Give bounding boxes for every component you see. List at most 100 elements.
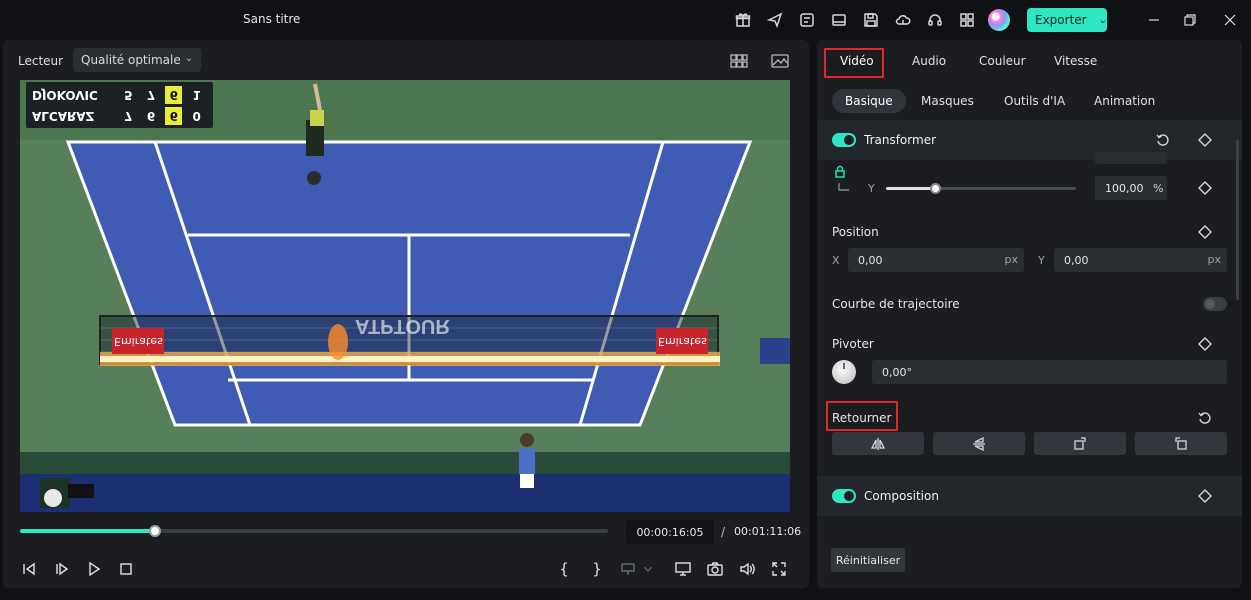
court-banner: ATPTOUR bbox=[355, 315, 450, 337]
flip-vertical-button[interactable] bbox=[933, 432, 1025, 455]
lock-icon[interactable] bbox=[831, 163, 849, 181]
score-set: 6 bbox=[146, 109, 156, 123]
scale-y-unit: % bbox=[1153, 182, 1164, 195]
rotate-right-button[interactable] bbox=[1034, 432, 1126, 455]
player-bottom bbox=[519, 433, 535, 488]
subtab-masks[interactable]: Masques bbox=[908, 89, 987, 113]
keyframe-diamond-icon[interactable] bbox=[1196, 179, 1214, 197]
cloud-upload-icon[interactable] bbox=[893, 10, 913, 30]
position-x-unit: px bbox=[1004, 253, 1019, 266]
headset-icon[interactable] bbox=[925, 10, 945, 30]
quality-value: Qualité optimale bbox=[81, 53, 181, 67]
playback-progress[interactable] bbox=[20, 525, 608, 537]
keyframe-diamond-icon[interactable] bbox=[1196, 487, 1214, 505]
video-preview[interactable]: DJOKOVIC 5 7 6 1 ALCARAZ 7 6 6 0 ATPTOUR… bbox=[20, 80, 790, 512]
trajectory-toggle[interactable] bbox=[1203, 297, 1227, 311]
subtab-basic[interactable]: Basique bbox=[832, 89, 906, 113]
gift-icon[interactable] bbox=[733, 10, 753, 30]
time-separator: / bbox=[721, 525, 726, 539]
play-icon[interactable] bbox=[83, 558, 105, 580]
score-set: 6 bbox=[165, 86, 183, 104]
position-x-axis-label: X bbox=[832, 254, 840, 267]
score-game: 0 bbox=[192, 109, 201, 123]
property-subtabs: Basique Masques Outils d'IA Animation bbox=[817, 86, 1242, 116]
grid-view-icon[interactable] bbox=[728, 52, 750, 70]
keyframe-diamond-icon[interactable] bbox=[1196, 223, 1214, 241]
restore-icon[interactable] bbox=[1180, 10, 1200, 30]
rotate-right-icon bbox=[1074, 436, 1086, 450]
fullscreen-icon[interactable] bbox=[768, 558, 790, 580]
progress-fill bbox=[20, 529, 156, 533]
scale-x-field-partial[interactable] bbox=[1095, 152, 1167, 164]
tab-audio[interactable]: Audio bbox=[912, 54, 946, 68]
scale-y-slider[interactable] bbox=[886, 183, 1076, 194]
position-x-field[interactable]: 0,00 px bbox=[848, 248, 1024, 272]
subtab-animation[interactable]: Animation bbox=[1081, 89, 1168, 113]
tab-speed[interactable]: Vitesse bbox=[1054, 54, 1097, 68]
player-name: DJOKOVIC bbox=[32, 88, 98, 102]
composition-title: Composition bbox=[864, 489, 939, 503]
export-label: Exporter bbox=[1035, 13, 1087, 27]
rotate-value: 0,00° bbox=[882, 365, 912, 379]
layout-icon[interactable] bbox=[829, 10, 849, 30]
export-button[interactable]: Exporter ⌄ bbox=[1027, 8, 1107, 32]
score-game: 1 bbox=[192, 88, 201, 102]
composition-toggle[interactable] bbox=[832, 489, 856, 503]
highlight-box-video-tab bbox=[824, 48, 884, 78]
quality-select[interactable]: Qualité optimale ⌄ bbox=[73, 48, 201, 72]
player-panel: Lecteur Qualité optimale ⌄ DJOKOVIC 5 7 … bbox=[3, 40, 809, 588]
current-time[interactable]: 00:00:16:05 bbox=[626, 520, 714, 544]
score-row: ALCARAZ 7 6 6 0 bbox=[32, 106, 208, 126]
reset-icon[interactable] bbox=[1196, 409, 1214, 427]
scale-y-slider-handle[interactable] bbox=[930, 183, 942, 194]
position-label: Position bbox=[832, 225, 879, 239]
scale-y-value: 100,00 bbox=[1105, 181, 1144, 195]
chevron-down-icon[interactable] bbox=[641, 558, 655, 580]
keyframe-diamond-icon[interactable] bbox=[1196, 131, 1214, 149]
snapshot-image-icon[interactable] bbox=[769, 52, 791, 70]
rotate-left-button[interactable] bbox=[1135, 432, 1227, 455]
chevron-down-icon[interactable]: ⌄ bbox=[1099, 15, 1107, 26]
sponsor-left: Emirates bbox=[114, 335, 163, 348]
flip-label: Retourner bbox=[832, 411, 892, 425]
mark-out-button[interactable]: } bbox=[586, 558, 608, 580]
reset-button[interactable]: Réinitialiser bbox=[831, 548, 905, 572]
score-set: 7 bbox=[124, 109, 133, 123]
display-icon[interactable] bbox=[672, 558, 694, 580]
reset-icon[interactable] bbox=[1154, 131, 1172, 149]
position-x-value: 0,00 bbox=[858, 253, 883, 267]
insert-clip-icon[interactable] bbox=[617, 558, 639, 580]
rotate-field[interactable]: 0,00° bbox=[872, 360, 1227, 384]
next-frame-icon[interactable] bbox=[51, 558, 73, 580]
tennis-court-frame bbox=[20, 80, 790, 512]
previous-frame-icon[interactable] bbox=[18, 558, 40, 580]
flip-horizontal-button[interactable] bbox=[832, 432, 924, 455]
send-icon[interactable] bbox=[765, 10, 785, 30]
link-bracket-icon bbox=[835, 180, 853, 198]
minimize-icon[interactable] bbox=[1144, 10, 1164, 30]
save-icon[interactable] bbox=[861, 10, 881, 30]
volume-icon[interactable] bbox=[736, 558, 758, 580]
apps-grid-icon[interactable] bbox=[957, 10, 977, 30]
rotate-dial[interactable] bbox=[832, 360, 856, 384]
window-title: Sans titre bbox=[243, 12, 301, 26]
player-label: Lecteur bbox=[18, 54, 64, 68]
mark-in-button[interactable]: { bbox=[553, 558, 575, 580]
score-set: 7 bbox=[146, 88, 156, 102]
close-icon[interactable] bbox=[1220, 10, 1240, 30]
stop-icon[interactable] bbox=[115, 558, 137, 580]
keyframe-diamond-icon[interactable] bbox=[1196, 335, 1214, 353]
score-set: 6 bbox=[165, 107, 183, 125]
progress-handle[interactable] bbox=[149, 525, 162, 537]
subtab-ai-tools[interactable]: Outils d'IA bbox=[991, 89, 1078, 113]
avatar[interactable] bbox=[988, 9, 1010, 31]
tab-color[interactable]: Couleur bbox=[979, 54, 1026, 68]
position-y-field[interactable]: 0,00 px bbox=[1054, 248, 1227, 272]
template-icon[interactable] bbox=[797, 10, 817, 30]
camera-icon[interactable] bbox=[704, 558, 726, 580]
transform-toggle[interactable] bbox=[832, 133, 856, 147]
properties-panel: Vidéo Audio Couleur Vitesse Basique Masq… bbox=[817, 40, 1242, 588]
flip-vertical-icon bbox=[973, 436, 985, 451]
properties-scrollbar[interactable] bbox=[1236, 140, 1239, 300]
rotate-left-icon bbox=[1175, 436, 1187, 450]
